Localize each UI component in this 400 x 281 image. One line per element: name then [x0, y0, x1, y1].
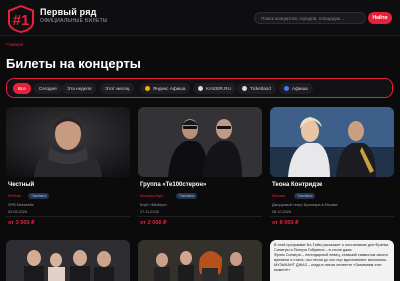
logo-text: #1 [13, 12, 30, 29]
filter-label: Ticketland [250, 86, 271, 91]
event-title[interactable]: Теона Контридзе [272, 182, 322, 188]
event-venue: SPB Messebile [8, 203, 34, 207]
filter-yandex-afisha[interactable]: Яндекс Афиша [140, 83, 191, 94]
filter-bar: Все Сегодня Эта неделя Этот месяц Яндекс… [6, 78, 393, 98]
description-paragraph: В этой программе Бо-Тайм расскажет о пос… [274, 243, 389, 252]
logo-icon[interactable]: #1 [5, 4, 37, 34]
event-date: 02.09.2026 [8, 210, 28, 214]
divider [6, 216, 130, 217]
filter-label: Яндекс Афиша [153, 86, 186, 91]
event-image[interactable] [138, 107, 262, 177]
ticket-source-badge: Ticketland [28, 193, 50, 199]
filter-all[interactable]: Все [13, 83, 31, 94]
filter-this-week[interactable]: Эта неделя [62, 83, 97, 94]
search-input[interactable]: Поиск концертов, городов, площадок... [254, 12, 366, 24]
filter-today[interactable]: Сегодня [34, 83, 62, 94]
breadcrumb[interactable]: Главная [6, 42, 23, 47]
event-image[interactable] [6, 107, 130, 177]
filter-label: Афиша [292, 86, 308, 91]
top-header: #1 Первый ряд Официальные билеты Поиск к… [0, 0, 400, 36]
description-paragraph: МУЗЫКАНТ ДЖАЗ – когда в пятом сегменте «… [274, 263, 382, 272]
event-image[interactable] [138, 240, 262, 281]
event-city: Москва [272, 194, 285, 198]
event-venue: Клуб «Мебиус» [140, 203, 168, 207]
kassir-icon [198, 86, 203, 91]
ticket-source-badge: Ticketland [294, 193, 316, 199]
event-price: от 8 000 ₽ [272, 220, 299, 226]
event-price: от 2 000 ₽ [140, 220, 167, 226]
event-price: от 3 000 ₽ [8, 220, 35, 226]
filter-afisha[interactable]: Афиша [279, 83, 313, 94]
event-date: 08.10.2026 [272, 210, 292, 214]
event-venue: Дворцовый театр Булевара в Москве [272, 203, 338, 207]
search-button[interactable]: Найти [368, 12, 392, 24]
ticket-source-badge: Ticketland [176, 193, 198, 199]
event-city: Rehkab [8, 194, 22, 198]
divider [270, 216, 394, 217]
event-description-card: В этой программе Бо-Тайм расскажет о пос… [270, 240, 394, 281]
event-title[interactable]: Честный [8, 182, 34, 188]
brand-subtitle: Официальные билеты [40, 18, 108, 24]
yandex-afisha-icon [145, 86, 150, 91]
brand-title[interactable]: Первый ряд [40, 7, 97, 17]
event-title[interactable]: Группа «Те100стерон» [140, 182, 206, 188]
description-paragraph: Фрэнк Синатра – легендарный певец, ставш… [274, 253, 388, 262]
event-city: Екатеринбург [140, 194, 164, 198]
filter-kassir[interactable]: KASSIR.RU [193, 83, 236, 94]
afisha-icon [284, 86, 289, 91]
event-image[interactable] [6, 240, 130, 281]
page-title: Билеты на концерты [6, 56, 141, 71]
filter-ticketland[interactable]: Ticketland [237, 83, 276, 94]
event-image[interactable] [270, 107, 394, 177]
filter-this-month[interactable]: Этот месяц [100, 83, 135, 94]
ticketland-icon [242, 86, 247, 91]
filter-label: KASSIR.RU [206, 86, 231, 91]
event-date: 27.11.2026 [140, 210, 159, 214]
divider [138, 216, 262, 217]
